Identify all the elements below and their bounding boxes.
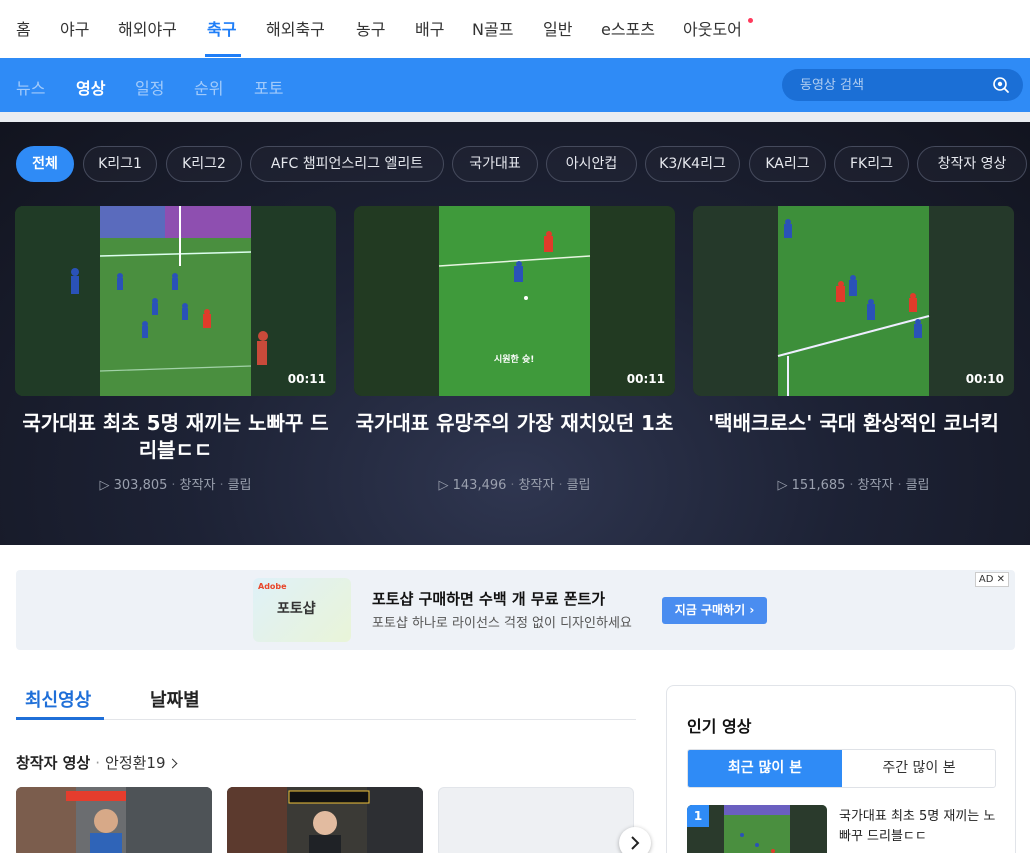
chip-k3-k4[interactable]: K3/K4리그 [645,146,740,182]
view-count: 143,496 [452,478,507,493]
ad-title[interactable]: 포토샵 구매하면 수백 개 무료 폰트가 [372,588,605,609]
nav-item-outdoor[interactable]: 아웃도어 [683,16,742,40]
video-duration: 00:11 [287,372,326,386]
popular-videos-panel: 인기 영상 최근 많이 본 주간 많이 본 1 국가대표 최초 5명 재끼는 노… [666,685,1016,853]
video-source: 창작자 [857,478,894,493]
video-search [782,69,1023,101]
popular-video-thumbnail[interactable]: 1 [687,805,827,853]
new-dot-icon [748,18,753,23]
nav-item-esports[interactable]: e스포츠 [601,16,655,40]
nav-item-world-baseball[interactable]: 해외야구 [118,16,177,40]
nav-active-underline [205,54,241,57]
chip-afc-champions[interactable]: AFC 챔피언스리그 엘리트 [250,146,444,182]
play-count-icon: ▷ [99,478,110,493]
video-thumbnail[interactable]: 시원한 슛! 00:11 [354,206,675,396]
adobe-logo: Adobe [258,582,287,591]
chevron-right-icon [631,836,640,850]
creator-link[interactable]: 안정환19 [105,754,166,772]
video-type: 클립 [905,478,930,493]
view-count: 151,685 [791,478,846,493]
chip-creator-video[interactable]: 창작자 영상 [917,146,1027,182]
nav-item-golf[interactable]: N골프 [472,16,513,40]
rank-badge: 1 [687,805,709,827]
segment-weekly-most-viewed[interactable]: 주간 많이 본 [842,750,995,787]
creator-video-thumbnail[interactable] [16,787,212,853]
category-chips: 전체 K리그1 K리그2 AFC 챔피언스리그 엘리트 국가대표 아시안컵 K3… [16,146,1030,184]
nav-item-baseball[interactable]: 야구 [60,16,89,40]
subnav-item-schedule[interactable]: 일정 [135,75,164,99]
nav-item-volleyball[interactable]: 배구 [415,16,444,40]
ad-description: 포토샵 하나로 라이선스 걱정 없이 디자인하세요 [372,616,632,631]
tab-by-date[interactable]: 날짜별 [150,686,200,712]
video-title[interactable]: 국가대표 최초 5명 재끼는 노빠꾸 드리블ㄷㄷ [15,410,336,464]
subnav-item-video[interactable]: 영상 [76,75,105,99]
search-input[interactable] [800,75,980,95]
chip-k-league2[interactable]: K리그2 [166,146,242,182]
popular-segment-control: 최근 많이 본 주간 많이 본 [687,749,996,788]
view-count: 303,805 [113,478,168,493]
subnav-item-ranking[interactable]: 순위 [194,75,223,99]
play-count-icon: ▷ [777,478,788,493]
top-nav: 홈 야구 해외야구 축구 해외축구 농구 배구 N골프 일반 e스포츠 아웃도어 [0,0,1030,58]
tab-latest[interactable]: 최신영상 [25,686,91,712]
video-duration: 00:10 [965,372,1004,386]
ad-image-text: 포토샵 [277,601,316,617]
video-duration: 00:11 [626,372,665,386]
chip-national-team[interactable]: 국가대표 [452,146,538,182]
thumbnail-image [227,787,423,853]
thumbnail-image [693,206,1014,396]
chip-ka-league[interactable]: KA리그 [749,146,826,182]
thumbnail-image [15,206,336,396]
subnav-item-photo[interactable]: 포토 [254,75,283,99]
creator-video-thumbnail[interactable] [227,787,423,853]
carousel-next-button[interactable] [619,827,651,853]
video-thumbnail[interactable]: 00:10 [693,206,1014,396]
sub-nav: 뉴스 영상 일정 순위 포토 [0,58,1030,112]
video-thumbnail[interactable]: 00:11 [15,206,336,396]
ad-banner[interactable]: Adobe 포토샵 포토샵 구매하면 수백 개 무료 폰트가 포토샵 하나로 라… [16,570,1015,650]
nav-item-general[interactable]: 일반 [543,16,572,40]
subnav-item-news[interactable]: 뉴스 [16,75,45,99]
video-source: 창작자 [518,478,555,493]
ad-image: Adobe 포토샵 [253,578,351,642]
video-title[interactable]: 국가대표 유망주의 가장 재치있던 1초 [354,410,675,437]
video-meta: ▷ 303,805 · 창작자 · 클립 [99,478,252,493]
video-meta: ▷ 151,685 · 창작자 · 클립 [777,478,930,493]
popular-video-title[interactable]: 국가대표 최초 5명 재끼는 노빠꾸 드리블ㄷㄷ [839,807,999,847]
play-count-icon: ▷ [438,478,449,493]
thumbnail-caption: 시원한 슛! [494,355,535,365]
creator-section-header: 창작자 영상 · 안정환19 [16,752,177,773]
nav-item-home[interactable]: 홈 [16,16,31,40]
featured-section: 전체 K리그1 K리그2 AFC 챔피언스리그 엘리트 국가대표 아시안컵 K3… [0,122,1030,545]
chip-asian-cup[interactable]: 아시안컵 [546,146,637,182]
section-divider [0,112,1030,122]
panel-title: 인기 영상 [687,717,752,736]
search-icon[interactable] [991,75,1011,95]
video-tabs: 최신영상 날짜별 [16,670,636,720]
nav-item-world-soccer[interactable]: 해외축구 [266,16,325,40]
ad-close-badge[interactable]: AD ✕ [974,572,1009,587]
chip-all[interactable]: 전체 [16,146,74,182]
section-heading: 창작자 영상 [16,754,91,772]
tab-active-underline [16,717,104,720]
thumbnail-image [16,787,212,853]
video-title[interactable]: '택배크로스' 국대 환상적인 코너킥 [693,410,1014,437]
creator-video-placeholder[interactable] [438,787,634,853]
video-meta: ▷ 143,496 · 창작자 · 클립 [438,478,591,493]
nav-item-basketball[interactable]: 농구 [356,16,385,40]
video-source: 창작자 [179,478,216,493]
chip-fk-league[interactable]: FK리그 [834,146,909,182]
chevron-right-icon [167,758,177,769]
ad-cta-button[interactable]: 지금 구매하기 › [662,597,767,624]
thumbnail-image [354,206,675,396]
video-type: 클립 [566,478,591,493]
segment-recent-most-viewed[interactable]: 최근 많이 본 [688,750,842,787]
chip-k-league1[interactable]: K리그1 [83,146,157,182]
video-type: 클립 [227,478,252,493]
nav-item-soccer[interactable]: 축구 [207,16,236,40]
